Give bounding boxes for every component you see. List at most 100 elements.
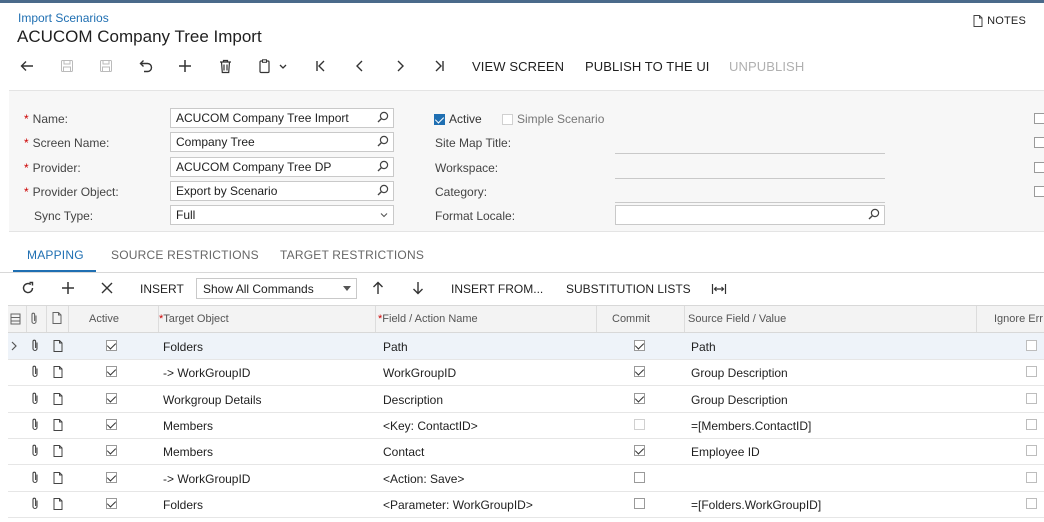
- table-row[interactable]: Folders Path Path: [8, 333, 1044, 360]
- field-action-cell[interactable]: Contact: [383, 445, 424, 459]
- note-icon[interactable]: [53, 366, 63, 379]
- table-row[interactable]: Members <Key: ContactID> =[Members.Contact…: [8, 412, 1044, 439]
- add-icon[interactable]: [174, 52, 196, 80]
- search-icon[interactable]: [377, 184, 389, 196]
- insert-from-button[interactable]: INSERT FROM...: [451, 282, 543, 296]
- right-checkbox-1[interactable]: [1034, 113, 1044, 124]
- save-icon[interactable]: [95, 52, 117, 80]
- target-object-cell[interactable]: Folders: [163, 340, 203, 354]
- next-icon[interactable]: [389, 52, 411, 80]
- field-action-cell[interactable]: Description: [383, 393, 443, 407]
- first-icon[interactable]: [310, 52, 332, 80]
- active-check-box[interactable]: [434, 113, 445, 125]
- attachment-icon[interactable]: [30, 471, 40, 484]
- table-row[interactable]: Workgroup Details Description Group Descri…: [8, 386, 1044, 413]
- active-cell-checkbox[interactable]: [106, 418, 117, 433]
- breadcrumb[interactable]: Import Scenarios: [18, 11, 109, 25]
- substitution-lists-button[interactable]: SUBSTITUTION LISTS: [566, 282, 691, 296]
- commit-cell-checkbox[interactable]: [634, 340, 645, 354]
- source-field-cell[interactable]: =[Members.ContactID]: [691, 419, 811, 433]
- commit-cell-checkbox[interactable]: [634, 392, 645, 407]
- prev-icon[interactable]: [349, 52, 371, 80]
- field-action-cell[interactable]: <Parameter: WorkGroupID>: [383, 498, 533, 512]
- col-field-action[interactable]: *Field / Action Name: [378, 313, 478, 325]
- search-icon[interactable]: [377, 111, 389, 123]
- search-icon[interactable]: [377, 135, 389, 147]
- commit-cell-checkbox[interactable]: [634, 445, 645, 459]
- category-field[interactable]: [615, 201, 885, 203]
- note-icon[interactable]: [53, 445, 63, 458]
- attachment-icon[interactable]: [30, 392, 40, 405]
- ignore-errors-cell-checkbox[interactable]: [1026, 497, 1037, 512]
- col-ignore-errors[interactable]: Ignore Err: [994, 313, 1043, 325]
- commit-cell-checkbox[interactable]: [634, 418, 645, 433]
- col-target-object[interactable]: *Target Object: [159, 313, 229, 325]
- ignore-errors-cell-checkbox[interactable]: [1026, 366, 1037, 380]
- site-map-title-field[interactable]: [615, 152, 885, 154]
- undo-icon[interactable]: [135, 52, 157, 80]
- commands-select[interactable]: Show All Commands: [196, 278, 357, 299]
- search-icon[interactable]: [377, 160, 389, 172]
- table-row[interactable]: Folders <Parameter: WorkGroupID> =[Folders…: [8, 491, 1044, 518]
- source-field-cell[interactable]: Group Description: [691, 393, 788, 407]
- last-icon[interactable]: [428, 52, 450, 80]
- commit-cell-checkbox[interactable]: [634, 366, 645, 380]
- table-row[interactable]: -> WorkGroupID WorkGroupID Group Descripti…: [8, 359, 1044, 387]
- refresh-icon[interactable]: [21, 281, 35, 295]
- active-checkbox[interactable]: Active: [434, 112, 482, 126]
- fit-columns-icon[interactable]: [711, 282, 727, 296]
- source-field-cell[interactable]: =[Folders.WorkGroupID]: [691, 498, 821, 512]
- ignore-errors-cell-checkbox[interactable]: [1026, 445, 1037, 459]
- notes-button[interactable]: NOTES: [973, 15, 1026, 27]
- active-cell-checkbox[interactable]: [106, 445, 117, 459]
- add-row-icon[interactable]: [61, 281, 75, 295]
- tab-mapping[interactable]: MAPPING: [27, 248, 84, 262]
- ignore-errors-cell-checkbox[interactable]: [1026, 392, 1037, 407]
- sync-type-select[interactable]: Full: [170, 205, 394, 225]
- attachment-icon[interactable]: [30, 497, 40, 510]
- col-source-field[interactable]: Source Field / Value: [688, 313, 786, 325]
- delete-row-icon[interactable]: [101, 282, 113, 294]
- back-icon[interactable]: [16, 52, 38, 80]
- format-locale-field[interactable]: [615, 205, 885, 225]
- target-object-cell[interactable]: Members: [163, 445, 213, 459]
- attachment-icon[interactable]: [30, 365, 40, 378]
- right-checkbox-3[interactable]: [1034, 162, 1044, 173]
- provider-field[interactable]: ACUCOM Company Tree DP: [170, 157, 394, 177]
- attachment-icon[interactable]: [30, 339, 40, 352]
- ignore-errors-cell-checkbox[interactable]: [1026, 418, 1037, 433]
- field-action-cell[interactable]: WorkGroupID: [383, 366, 456, 380]
- table-row[interactable]: Members Contact Employee ID: [8, 438, 1044, 466]
- active-cell-checkbox[interactable]: [106, 340, 117, 354]
- unpublish-button[interactable]: UNPUBLISH: [729, 52, 804, 80]
- ignore-errors-cell-checkbox[interactable]: [1026, 340, 1037, 354]
- field-action-cell[interactable]: Path: [383, 340, 408, 354]
- target-object-cell[interactable]: -> WorkGroupID: [163, 366, 250, 380]
- note-icon[interactable]: [53, 340, 63, 352]
- active-cell-checkbox[interactable]: [106, 392, 117, 407]
- view-screen-button[interactable]: VIEW SCREEN: [472, 52, 564, 80]
- delete-icon[interactable]: [214, 52, 236, 80]
- active-cell-checkbox[interactable]: [106, 497, 117, 512]
- col-active[interactable]: Active: [89, 313, 119, 325]
- simple-scenario-check-box[interactable]: [502, 113, 513, 125]
- name-field[interactable]: ACUCOM Company Tree Import: [170, 108, 394, 128]
- note-icon[interactable]: [53, 418, 63, 431]
- note-icon[interactable]: [53, 471, 63, 484]
- insert-button[interactable]: INSERT: [140, 282, 184, 296]
- col-commit[interactable]: Commit: [612, 313, 650, 325]
- move-up-icon[interactable]: [372, 281, 384, 295]
- search-icon[interactable]: [868, 208, 880, 220]
- target-object-cell[interactable]: Members: [163, 419, 213, 433]
- note-icon[interactable]: [53, 497, 63, 510]
- target-object-cell[interactable]: Workgroup Details: [163, 393, 261, 407]
- field-action-cell[interactable]: <Key: ContactID>: [383, 419, 478, 433]
- copy-paste-icon[interactable]: [252, 52, 294, 80]
- screen-name-field[interactable]: Company Tree: [170, 132, 394, 152]
- publish-button[interactable]: PUBLISH TO THE UI: [585, 52, 710, 80]
- table-row[interactable]: -> WorkGroupID <Action: Save>: [8, 465, 1044, 492]
- target-object-cell[interactable]: -> WorkGroupID: [163, 472, 250, 486]
- target-object-cell[interactable]: Folders: [163, 498, 203, 512]
- active-cell-checkbox[interactable]: [106, 471, 117, 486]
- field-action-cell[interactable]: <Action: Save>: [383, 472, 464, 486]
